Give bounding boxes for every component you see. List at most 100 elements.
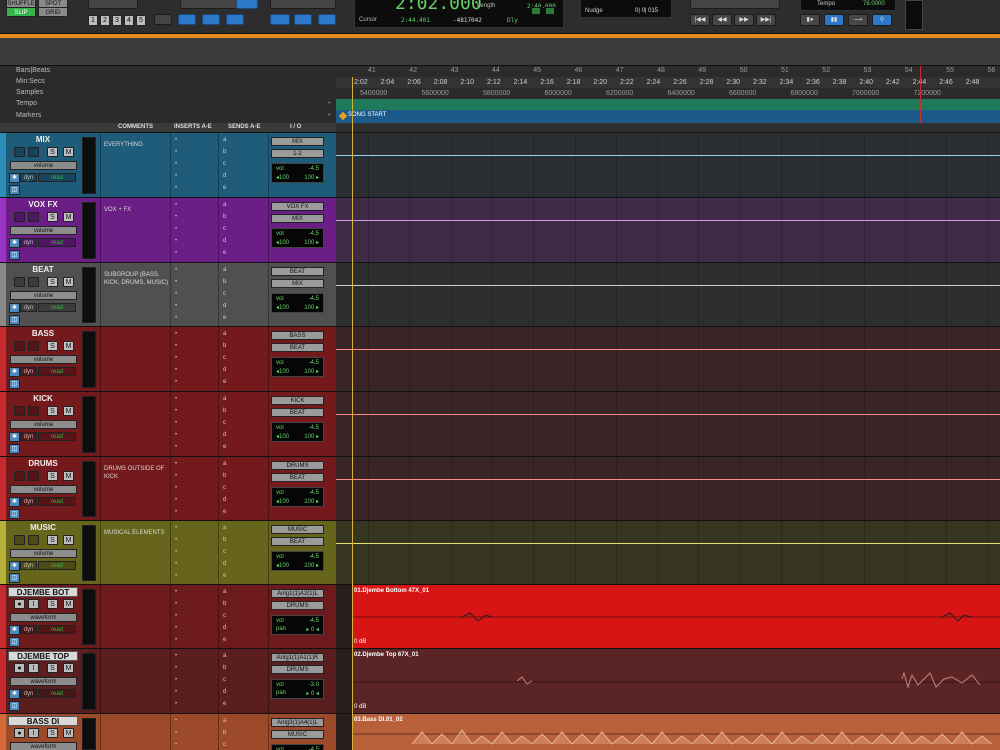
send-slot[interactable]: c [223,420,226,426]
main-counter[interactable]: 2:02.000 [395,0,482,14]
dyn-button[interactable]: dyn [20,303,37,312]
output-selector[interactable]: BEAT [271,473,324,482]
track-playlist-lane[interactable]: 03.Bass DI.01_02 [336,714,1000,750]
send-slot[interactable]: d [223,625,226,631]
tempo-value[interactable]: 78.0000 [863,1,885,7]
input-monitor-icon[interactable] [28,535,39,545]
send-slot[interactable]: d [223,173,226,179]
input-selector[interactable]: Anlg1(1)A2(1)L [271,589,324,598]
output-selector[interactable]: BEAT [271,343,324,352]
input-selector[interactable]: KICK [271,396,324,405]
insert-slot[interactable]: • [175,525,177,531]
mute-button[interactable]: M [63,471,74,481]
output-selector[interactable]: BEAT [271,537,324,546]
playlist-icon[interactable]: ◫ [9,379,20,389]
solo-button[interactable]: S [47,728,58,738]
timebase-icon[interactable]: ✱ [9,367,20,377]
pan-right-value[interactable]: 100 ▸ [304,498,319,505]
send-slot[interactable]: e [223,315,226,321]
send-slot[interactable]: b [223,149,226,155]
track-playlist-lane[interactable] [336,327,1000,391]
track-name[interactable]: BASS DI [8,716,78,726]
insert-slot[interactable]: • [175,185,177,191]
record-enable-icon[interactable] [14,277,25,287]
track-header[interactable]: MUSIC S M volume ✱ dyn read ◫ MUSICAL EL… [0,521,336,584]
send-slot[interactable]: b [223,537,226,543]
insert-slot[interactable]: • [175,461,177,467]
input-monitor-icon[interactable] [28,471,39,481]
send-slot[interactable]: e [223,444,226,450]
automation-mode-selector[interactable]: read [38,625,76,634]
send-slot[interactable]: b [223,730,226,736]
send-slot[interactable]: a [223,267,226,273]
track-view-selector[interactable]: volume [10,161,77,170]
pan-left-value[interactable]: ◂100 [276,239,289,246]
playlist-icon[interactable]: ◫ [9,509,20,519]
zoom-preset-3[interactable]: 3 [112,15,122,26]
input-monitor-button[interactable]: I [28,728,39,738]
volume-value[interactable]: -4.5 [309,425,319,431]
insert-slot[interactable]: • [175,573,177,579]
volume-automation-line[interactable] [336,543,1000,544]
input-monitor-icon[interactable] [28,406,39,416]
mute-button[interactable]: M [63,663,74,673]
pan-left-value[interactable]: ◂100 [276,174,289,181]
input-selector[interactable]: MUSIC [271,525,324,534]
track-playlist-lane[interactable]: 02.Djembe Top 67X_01 0 dB [336,649,1000,713]
insert-slot[interactable]: • [175,497,177,503]
mute-button[interactable]: M [63,341,74,351]
input-selector[interactable]: BASS [271,331,324,340]
track-comment[interactable]: DRUMS OUTSIDE OF KICK [104,465,170,481]
track-color-bar[interactable] [0,263,6,326]
insert-slot[interactable]: • [175,343,177,349]
volume-pan-display[interactable]: vol -4.5 ◂100 100 ▸ [271,228,324,248]
slip-mode-button[interactable]: SLIP [6,7,36,17]
grid-mode-button[interactable]: GRID [38,7,68,17]
volume-value[interactable]: -4.5 [309,231,319,237]
track-playlist-lane[interactable] [336,521,1000,584]
send-slot[interactable]: a [223,202,226,208]
output-selector[interactable]: DRUMS [271,665,324,674]
volume-value[interactable]: -4.5 [309,166,319,172]
track-playlist-lane[interactable] [336,198,1000,262]
volume-automation-line[interactable] [336,220,1000,221]
volume-automation-line[interactable] [336,479,1000,480]
tempo-ruler[interactable] [336,99,1000,110]
timebase-icon[interactable]: ✱ [9,432,20,442]
insert-slot[interactable]: • [175,315,177,321]
inserts-column-header[interactable]: INSERTS A-E [174,124,212,130]
track-header[interactable]: DRUMS S M volume ✱ dyn read ◫ DRUMS OUTS… [0,457,336,520]
insert-slot[interactable]: • [175,625,177,631]
track-header[interactable]: DJEMBE BOT ● IS M waveform ✱ dyn read ◫ •… [0,585,336,648]
go-to-end-icon[interactable]: ▶▶| [756,14,776,26]
mute-button[interactable]: M [63,728,74,738]
track-name[interactable]: MUSIC [8,523,78,533]
track-view-selector[interactable]: waveform [10,677,77,686]
insert-slot[interactable]: • [175,677,177,683]
automation-mode-selector[interactable]: read [38,689,76,698]
timebase-icon[interactable]: ✱ [9,238,20,248]
playlist-icon[interactable]: ◫ [9,701,20,711]
send-slot[interactable]: b [223,473,226,479]
tab-transient-icon[interactable] [318,14,336,25]
pan-left-value[interactable]: pan [276,626,286,632]
output-selector[interactable]: DRUMS [271,601,324,610]
solo-button[interactable]: S [47,599,58,609]
conductor-icon[interactable]: ▮▮ [824,14,844,26]
volume-pan-display[interactable]: vol -4.5 pan ▸ 0 ◂ [271,615,324,635]
volume-automation-line[interactable] [336,285,1000,286]
record-enable-icon[interactable] [14,341,25,351]
track-header[interactable]: BEAT S M volume ✱ dyn read ◫ SUBGROUP (B… [0,263,336,326]
insert-slot[interactable]: • [175,689,177,695]
volume-pan-display[interactable]: vol -4.5 ◂100 100 ▸ [271,357,324,377]
volume-pan-display[interactable]: vol -4.5 ◂100 100 ▸ [271,293,324,313]
track-header[interactable]: DJEMBE TOP ● IS M waveform ✱ dyn read ◫ •… [0,649,336,713]
track-name[interactable]: KICK [8,394,78,404]
volume-value[interactable]: -4.5 [309,360,319,366]
volume-automation-line[interactable] [336,349,1000,350]
insert-slot[interactable]: • [175,701,177,707]
markers-ruler[interactable]: SONG START [336,110,1000,123]
send-slot[interactable]: a [223,525,226,531]
record-enable-icon[interactable] [14,212,25,222]
counter-toggle-icon[interactable] [531,7,541,15]
